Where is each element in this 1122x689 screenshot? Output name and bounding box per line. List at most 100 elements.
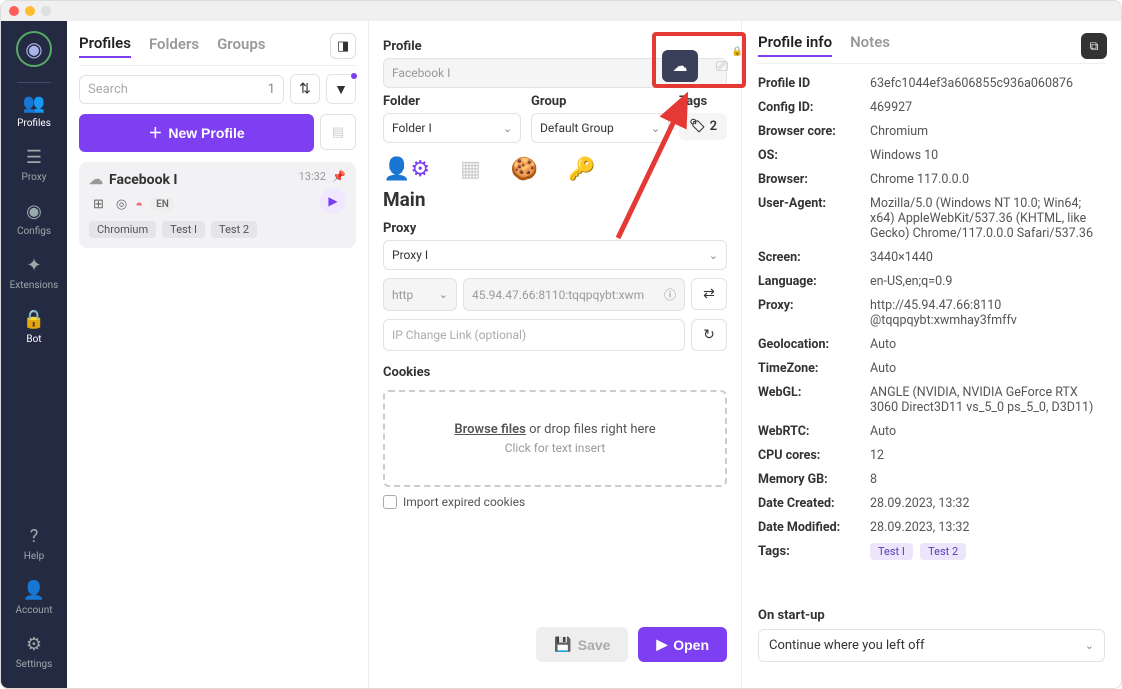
play-button[interactable]: ▶ (320, 188, 346, 214)
info-value: Mozilla/5.0 (Windows NT 10.0; Win64; x64… (870, 196, 1105, 241)
maximize-window-icon (41, 6, 51, 16)
ip-change-placeholder: IP Change Link (optional) (392, 328, 526, 342)
info-value: en-US,en;q=0.9 (870, 274, 952, 289)
profile-name: Facebook I (109, 172, 178, 188)
protocol-select[interactable]: http⌄ (383, 278, 457, 311)
info-key: Language: (758, 274, 870, 289)
divider (17, 82, 51, 83)
new-profile-label: New Profile (168, 125, 244, 141)
info-value: 3440×1440 (870, 250, 933, 265)
app-logo-icon: ◉ (16, 31, 52, 67)
proxy-select[interactable]: Proxy I⌄ (383, 240, 727, 270)
info-row: Memory GB:8 (758, 472, 1105, 487)
tab-folders[interactable]: Folders (149, 35, 199, 57)
group-select[interactable]: Default Group⌄ (531, 113, 669, 143)
sidebar-label: Profiles (17, 118, 51, 129)
proxy-value: Proxy I (392, 248, 428, 262)
sidebar-label: Account (15, 605, 52, 616)
info-value: 63efc1044ef3a606855c936a060876 (870, 76, 1073, 91)
info-key: Proxy: (758, 298, 870, 328)
cloud-icon: ☁ (673, 57, 688, 75)
sidebar-item-configs[interactable]: ◉ Configs (17, 201, 51, 237)
info-key: TimeZone: (758, 361, 870, 376)
tab-groups[interactable]: Groups (217, 35, 265, 57)
info-key: Browser core: (758, 124, 870, 139)
pin-icon[interactable]: 📌 (332, 170, 346, 183)
info-value: 28.09.2023, 13:32 (870, 520, 969, 535)
tags-count: 2 (710, 119, 717, 134)
main-section-icon[interactable]: 👤⚙ (383, 157, 430, 182)
protocol-value: http (392, 288, 413, 302)
sidebar-item-proxy[interactable]: ☰ Proxy (22, 147, 47, 183)
info-key: CPU cores: (758, 448, 870, 463)
sidebar-item-extensions[interactable]: ✦ Extensions (10, 255, 59, 291)
search-placeholder: Search (88, 82, 128, 97)
sidebar-label: Extensions (10, 280, 59, 291)
local-storage-button[interactable]: ⎚🔒 (704, 50, 740, 82)
browse-files-link[interactable]: Browse files (454, 422, 525, 437)
tab-profiles[interactable]: Profiles (79, 34, 131, 58)
profile-editor: Profile Facebook I Folder Folder I⌄ Grou… (369, 21, 741, 688)
sidebar-item-account[interactable]: 👤 Account (15, 580, 52, 616)
info-key: Profile ID (758, 76, 870, 91)
info-key: WebRTC: (758, 424, 870, 439)
copy-button[interactable]: ⧉ (1081, 33, 1107, 59)
tab-notes[interactable]: Notes (850, 33, 890, 57)
cloud-storage-button[interactable]: ☁ (662, 50, 698, 82)
info-row: Date Created:28.09.2023, 13:32 (758, 496, 1105, 511)
info-key: OS: (758, 148, 870, 163)
hardware-section-icon[interactable]: ▦ (460, 157, 481, 182)
save-button[interactable]: 💾Save (536, 627, 628, 662)
sidebar-item-settings[interactable]: ⚙ Settings (16, 634, 53, 670)
import-expired-checkbox[interactable] (383, 495, 397, 509)
bulk-action-button[interactable]: ▤ (320, 114, 356, 150)
tab-profile-info[interactable]: Profile info (758, 33, 832, 57)
info-row: Profile ID63efc1044ef3a606855c936a060876 (758, 76, 1105, 91)
ip-change-input[interactable]: IP Change Link (optional) (383, 319, 685, 351)
info-value: 28.09.2023, 13:32 (870, 496, 969, 511)
startup-value: Continue where you left off (769, 638, 925, 653)
user-icon: 👤 (23, 580, 45, 601)
layout-toggle-button[interactable]: ◨ (330, 33, 356, 59)
key-section-icon[interactable]: 🔑 (568, 157, 595, 182)
proxy-detail-input[interactable]: 45.94.47.66:8110:tqqpqybt:xwmⓘ (463, 278, 685, 311)
sidebar-item-bot[interactable]: 🔒 Bot (23, 309, 45, 345)
save-icon: 💾 (554, 636, 571, 653)
gear-icon: ⚙ (26, 634, 42, 655)
users-icon: 👥 (23, 93, 45, 114)
tag-icon: 🏷 (689, 119, 706, 134)
close-window-icon[interactable] (9, 6, 19, 16)
info-value: 469927 (870, 100, 912, 115)
swap-button[interactable]: ⇄ (691, 278, 727, 310)
sidebar-item-help[interactable]: ? Help (24, 526, 44, 562)
info-row: WebRTC:Auto (758, 424, 1105, 439)
import-expired-label: Import expired cookies (403, 495, 525, 509)
profiles-list-panel: Profiles Folders Groups ◨ Search 1 ⇅ ▼ ＋… (67, 21, 369, 688)
open-button[interactable]: ▶Open (638, 627, 727, 662)
drop-text: or drop files right here (526, 422, 656, 437)
sidebar-item-profiles[interactable]: 👥 Profiles (17, 93, 51, 129)
info-row: Browser:Chrome 117.0.0.0 (758, 172, 1105, 187)
chevron-down-icon: ⌄ (1085, 639, 1094, 652)
search-input[interactable]: Search 1 (79, 75, 284, 104)
info-key: Date Modified: (758, 520, 870, 535)
new-profile-button[interactable]: ＋New Profile (79, 114, 314, 152)
info-row: Browser core:Chromium (758, 124, 1105, 139)
refresh-button[interactable]: ↻ (691, 319, 727, 351)
sidebar-label: Settings (16, 659, 53, 670)
sort-button[interactable]: ⇅ (290, 74, 320, 104)
sidebar-label: Proxy (22, 172, 47, 183)
tag-pill: Test 2 (920, 543, 966, 560)
folder-select[interactable]: Folder I⌄ (383, 113, 521, 143)
cookies-section-icon[interactable]: 🍪 (511, 157, 538, 182)
startup-select[interactable]: Continue where you left off ⌄ (758, 629, 1105, 662)
minimize-window-icon[interactable] (25, 6, 35, 16)
filter-button[interactable]: ▼ (326, 74, 356, 104)
info-value: 8 (870, 472, 877, 487)
cookies-dropzone[interactable]: Browse files or drop files right here Cl… (383, 390, 727, 487)
tags-button[interactable]: 🏷2 (679, 113, 727, 140)
info-key: WebGL: (758, 385, 870, 415)
info-value: Chromium (870, 124, 928, 139)
profile-card[interactable]: ☁ Facebook I 13:32 📌 ⊞ ◎ ◓ EN ▶ Chromium… (79, 162, 356, 248)
info-key: Date Created: (758, 496, 870, 511)
